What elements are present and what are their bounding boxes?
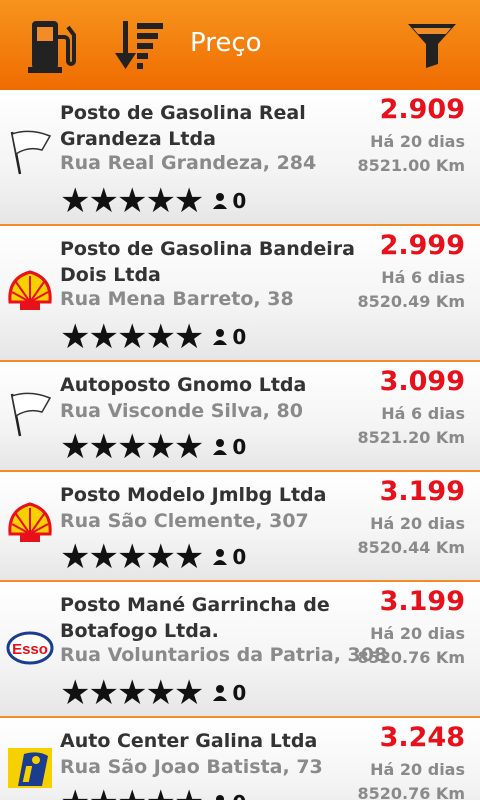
review-count: 0: [232, 545, 247, 569]
review-count: 0: [232, 435, 247, 459]
distance: 8521.20 Km: [357, 428, 465, 447]
esso-logo-icon: Esso: [6, 631, 54, 665]
user-icon: [213, 193, 228, 209]
rating[interactable]: ★★★★★ 0: [60, 786, 246, 800]
rating-stars[interactable]: ★★★★★: [60, 676, 204, 710]
distance: 8520.76 Km: [357, 648, 465, 667]
user-icon: [213, 329, 228, 345]
list-item[interactable]: Posto Modelo Jmlbg Ltda Rua São Clemente…: [0, 472, 480, 582]
rating[interactable]: ★★★★★ 0: [60, 320, 246, 354]
station-list[interactable]: Posto de Gasolina Real Grandeza Ltda Rua…: [0, 90, 480, 800]
rating-stars[interactable]: ★★★★★: [60, 540, 204, 574]
price-age: Há 20 dias: [370, 132, 465, 151]
review-count: 0: [232, 791, 246, 800]
rating-stars[interactable]: ★★★★★: [60, 786, 204, 800]
rating[interactable]: ★★★★★ 0: [60, 540, 246, 574]
sort-button[interactable]: [112, 0, 168, 90]
user-icon: [213, 439, 228, 455]
list-item[interactable]: Esso Posto Mané Garrincha de Botafogo Lt…: [0, 582, 480, 718]
svg-text:Esso: Esso: [12, 641, 48, 658]
review-count: 0: [232, 189, 247, 213]
price-age: Há 20 dias: [370, 514, 465, 533]
distance: 8521.00 Km: [357, 156, 465, 175]
station-address: Rua Voluntarios da Patria, 308: [60, 644, 388, 666]
station-address: Rua Real Grandeza, 284: [60, 152, 317, 174]
fuel-price: 3.248: [379, 722, 465, 753]
filter-button[interactable]: [404, 0, 460, 90]
station-name-line2: Dois Ltda: [60, 264, 161, 286]
station-name: Autoposto Gnomo Ltda: [60, 374, 307, 396]
list-item[interactable]: Posto de Gasolina Real Grandeza Ltda Rua…: [0, 90, 480, 226]
rating[interactable]: ★★★★★ 0: [60, 430, 246, 464]
list-item[interactable]: Autoposto Gnomo Ltda Rua Visconde Silva,…: [0, 362, 480, 472]
price-age: Há 20 dias: [370, 760, 465, 779]
distance: 8520.49 Km: [357, 292, 465, 311]
white-flag-icon: [10, 130, 52, 175]
filter-icon: [408, 24, 456, 68]
station-name-line2: Botafogo Ltda.: [60, 620, 219, 642]
fuel-price: 3.199: [379, 586, 465, 617]
station-name-line1: Posto de Gasolina Bandeira: [60, 238, 355, 260]
review-count: 0: [232, 325, 247, 349]
station-name-line2: Grandeza Ltda: [60, 128, 216, 150]
list-item[interactable]: Posto de Gasolina Bandeira Dois Ltda Rua…: [0, 226, 480, 362]
fuel-price: 3.099: [379, 366, 465, 397]
user-icon: [216, 795, 225, 800]
distance: 8520.76 Km: [357, 784, 465, 800]
shell-logo-icon: [8, 502, 52, 542]
station-address: Rua Visconde Silva, 80: [60, 400, 303, 422]
fuel-pump-icon: [28, 21, 76, 73]
user-icon: [213, 685, 228, 701]
price-age: Há 6 dias: [381, 268, 465, 287]
rating-stars[interactable]: ★★★★★: [60, 320, 204, 354]
station-name-line1: Posto Mané Garrincha de: [60, 594, 330, 616]
fuel-price: 2.999: [379, 230, 465, 261]
rating-stars[interactable]: ★★★★★: [60, 184, 204, 218]
station-name: Posto Modelo Jmlbg Ltda: [60, 484, 327, 506]
rating[interactable]: ★★★★★ 0: [60, 184, 246, 218]
fuel-price: 3.199: [379, 476, 465, 507]
shell-logo-icon: [8, 270, 52, 310]
review-count: 0: [232, 681, 247, 705]
user-icon: [213, 549, 228, 565]
list-item[interactable]: Auto Center Galina Ltda Rua São Joao Bat…: [0, 718, 480, 800]
rating[interactable]: ★★★★★ 0: [60, 676, 246, 710]
fuel-price: 2.909: [379, 94, 465, 125]
rating-stars[interactable]: ★★★★★: [60, 430, 204, 464]
page-title: Preço: [190, 28, 262, 58]
price-age: Há 20 dias: [370, 624, 465, 643]
station-address: Rua São Clemente, 307: [60, 510, 309, 532]
station-address: Rua São Joao Batista, 73: [60, 756, 323, 778]
station-address: Rua Mena Barreto, 38: [60, 288, 294, 310]
distance: 8520.44 Km: [357, 538, 465, 557]
price-age: Há 6 dias: [381, 404, 465, 423]
station-name: Auto Center Galina Ltda: [60, 730, 318, 752]
sort-descending-icon: [115, 21, 163, 69]
fuel-type-button[interactable]: [24, 0, 80, 90]
top-bar: Preço: [0, 0, 480, 90]
station-name-line1: Posto de Gasolina Real: [60, 102, 306, 124]
white-flag-icon: [10, 392, 52, 437]
ipiranga-logo-icon: [8, 748, 52, 788]
